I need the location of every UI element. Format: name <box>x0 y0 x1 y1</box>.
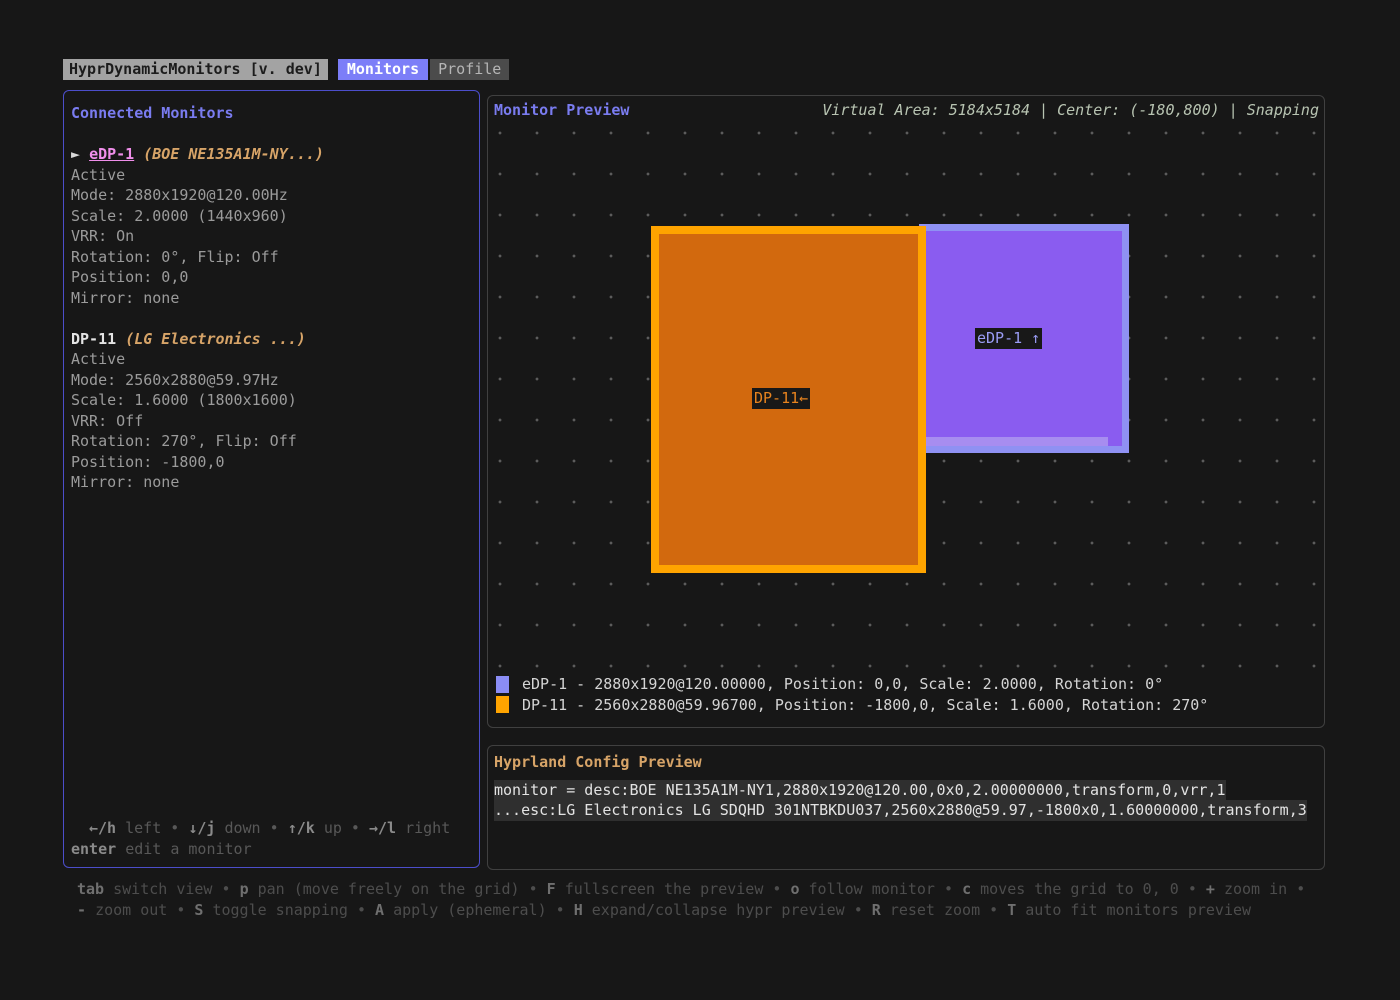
tab-profile[interactable]: Profile <box>430 59 509 80</box>
monitor-vrr: VRR: On <box>71 226 472 247</box>
tab-monitors[interactable]: Monitors <box>338 59 428 80</box>
monitor-mirror: Mirror: none <box>71 472 472 493</box>
monitor-scale: Scale: 1.6000 (1800x1600) <box>71 390 472 411</box>
monitor-vendor: (BOE NE135A1M-NY...) <box>143 145 324 163</box>
connected-monitors-panel: Connected Monitors ► eDP-1 (BOE NE135A1M… <box>63 90 480 868</box>
monitor-preview-title: Monitor Preview <box>494 101 629 119</box>
bullet-separator: • <box>170 819 179 837</box>
keybind-down: ↓/j <box>188 819 215 837</box>
keybind-o: o <box>790 880 799 898</box>
legend-text-dp11: DP-11 - 2560x2880@59.96700, Position: -1… <box>522 696 1208 714</box>
bullet-separator: • <box>772 880 781 898</box>
monitor-rotation: Rotation: 0°, Flip: Off <box>71 247 472 268</box>
bullet-separator: • <box>176 901 185 919</box>
connected-monitors-title: Connected Monitors <box>71 103 472 124</box>
monitor-status: Active <box>71 349 472 370</box>
bullet-separator: • <box>1296 880 1305 898</box>
keybind-s: S <box>194 901 203 919</box>
bullet-separator: • <box>944 880 953 898</box>
config-panel-title: Hyprland Config Preview <box>494 752 1318 773</box>
tab-bar: HyprDynamicMonitors [v. dev] MonitorsProf… <box>63 59 509 80</box>
keybind-enter: enter <box>71 840 116 858</box>
dp11-color-swatch <box>496 696 509 713</box>
bullet-separator: • <box>222 880 231 898</box>
bullet-separator: • <box>556 901 565 919</box>
monitor-mirror: Mirror: none <box>71 288 472 309</box>
preview-legend: eDP-1 - 2880x1920@120.00000, Position: 0… <box>496 674 1208 715</box>
legend-row-dp11: DP-11 - 2560x2880@59.96700, Position: -1… <box>496 695 1208 716</box>
config-line-dp11: ...esc:LG Electronics LG SDQHD 301NTBKDU… <box>494 800 1307 821</box>
bullet-separator: • <box>989 901 998 919</box>
monitor-name: eDP-1 <box>89 145 134 163</box>
snap-highlight <box>926 437 1108 446</box>
preview-monitor-edp1[interactable]: eDP-1 ↑ <box>919 224 1129 453</box>
keybind-minus: - <box>77 901 86 919</box>
monitor-name: DP-11 <box>71 330 116 348</box>
monitor-preview-panel: Monitor Preview Virtual Area: 5184x5184 … <box>487 95 1325 728</box>
bullet-separator: • <box>1188 880 1197 898</box>
monitor-position: Position: -1800,0 <box>71 452 472 473</box>
app-title: HyprDynamicMonitors [v. dev] <box>63 59 328 80</box>
monitor-list-item-dp11[interactable]: DP-11 (LG Electronics ...) Active Mode: … <box>71 329 472 493</box>
keybind-right: →/l <box>369 819 396 837</box>
bullet-separator: • <box>854 901 863 919</box>
monitor-mode: Mode: 2560x2880@59.97Hz <box>71 370 472 391</box>
footer-keybinds: tab switch view • p pan (move freely on … <box>77 879 1360 921</box>
monitor-position: Position: 0,0 <box>71 267 472 288</box>
config-line-edp1: monitor = desc:BOE NE135A1M-NY1,2880x192… <box>494 780 1226 801</box>
bullet-separator: • <box>357 901 366 919</box>
keybind-tab: tab <box>77 880 104 898</box>
keybind-left: ←/h <box>89 819 116 837</box>
monitor-rotation: Rotation: 270°, Flip: Off <box>71 431 472 452</box>
keybind-t: T <box>1007 901 1016 919</box>
edp1-color-swatch <box>496 676 509 693</box>
keybind-h: H <box>574 901 583 919</box>
keybind-plus: + <box>1206 880 1215 898</box>
monitor-mode: Mode: 2880x1920@120.00Hz <box>71 185 472 206</box>
preview-monitor-dp11[interactable]: DP-11← <box>651 226 926 573</box>
keybind-f: F <box>547 880 556 898</box>
legend-row-edp1: eDP-1 - 2880x1920@120.00000, Position: 0… <box>496 674 1208 695</box>
bullet-separator: • <box>529 880 538 898</box>
monitor-list-item-edp1[interactable]: ► eDP-1 (BOE NE135A1M-NY...) Active Mode… <box>71 144 472 308</box>
keybind-r: R <box>872 901 881 919</box>
monitor-status: Active <box>71 165 472 186</box>
keybind-a: A <box>375 901 384 919</box>
bullet-separator: • <box>351 819 360 837</box>
monitor-scale: Scale: 2.0000 (1440x960) <box>71 206 472 227</box>
monitor-vendor: (LG Electronics ...) <box>125 330 306 348</box>
preview-monitor-edp1-label: eDP-1 ↑ <box>975 328 1042 349</box>
virtual-area-status: Virtual Area: 5184x5184 | Center: (-180,… <box>822 101 1319 119</box>
preview-monitor-dp11-label: DP-11← <box>752 388 810 409</box>
keybind-p: p <box>240 880 249 898</box>
selected-arrow-icon: ► <box>71 145 89 163</box>
left-panel-keybinds: ←/h left • ↓/j down • ↑/k up • →/l right… <box>71 818 472 859</box>
legend-text-edp1: eDP-1 - 2880x1920@120.00000, Position: 0… <box>522 675 1163 693</box>
keybind-c: c <box>962 880 971 898</box>
spacer <box>71 124 472 145</box>
keybind-up: ↑/k <box>288 819 315 837</box>
monitor-vrr: VRR: Off <box>71 411 472 432</box>
spacer <box>71 308 472 329</box>
bullet-separator: • <box>270 819 279 837</box>
hyprland-config-panel: Hyprland Config Preview monitor = desc:B… <box>487 745 1325 870</box>
